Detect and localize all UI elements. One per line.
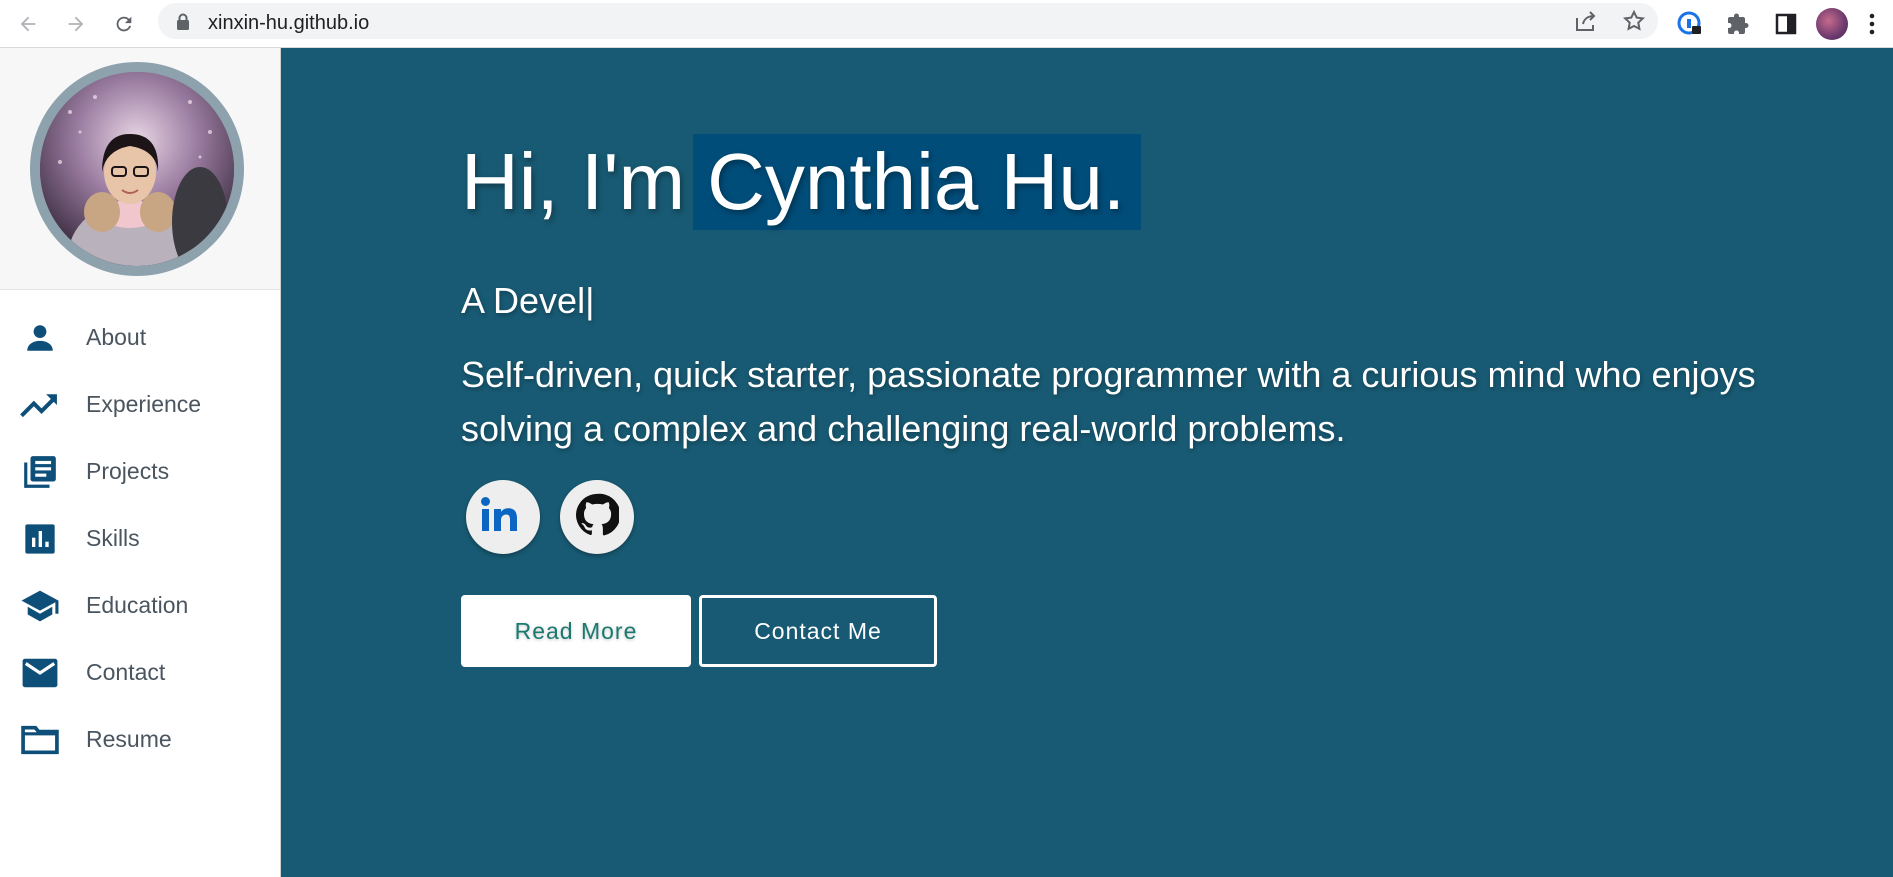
github-link[interactable] <box>560 480 634 554</box>
hero-name: Cynthia Hu. <box>693 134 1142 230</box>
bar-chart-icon <box>20 519 60 559</box>
linkedin-link[interactable] <box>466 480 540 554</box>
browser-toolbar: xinxin-hu.github.io <box>0 0 1893 48</box>
sidebar-item-skills[interactable]: Skills <box>0 505 280 572</box>
extensions-icon[interactable] <box>1722 8 1754 40</box>
mail-icon <box>20 653 60 693</box>
sidebar-item-contact[interactable]: Contact <box>0 639 280 706</box>
sidebar: About Experience Projects Skills Educati… <box>0 48 281 877</box>
library-books-icon <box>20 452 60 492</box>
address-bar[interactable]: xinxin-hu.github.io <box>158 3 1658 39</box>
read-more-button[interactable]: Read More <box>461 595 691 667</box>
star-icon[interactable] <box>1622 9 1646 38</box>
avatar <box>30 62 244 276</box>
more-icon[interactable] <box>1862 8 1882 40</box>
sidebar-item-education[interactable]: Education <box>0 572 280 639</box>
reload-icon[interactable] <box>108 8 140 40</box>
forward-icon[interactable] <box>60 8 92 40</box>
sidebar-item-label: Skills <box>86 525 140 551</box>
linkedin-icon <box>479 495 527 540</box>
person-icon <box>20 318 60 358</box>
sidebar-item-about[interactable]: About <box>0 304 280 371</box>
graduation-cap-icon <box>20 586 60 626</box>
sidebar-item-label: Contact <box>86 659 166 685</box>
lock-icon[interactable] <box>176 13 190 35</box>
url-text[interactable]: xinxin-hu.github.io <box>208 12 369 35</box>
hero-description: Self-driven, quick starter, passionate p… <box>461 354 1756 449</box>
sidebar-item-label: Resume <box>86 726 172 752</box>
contact-me-button[interactable]: Contact Me <box>699 595 937 667</box>
sidebar-item-experience[interactable]: Experience <box>0 371 280 438</box>
trending-up-icon <box>20 385 60 425</box>
profile-header <box>0 48 280 290</box>
sidebar-item-projects[interactable]: Projects <box>0 438 280 505</box>
sidebar-nav: About Experience Projects Skills Educati… <box>0 304 280 773</box>
hero-title: Hi, I'm Cynthia Hu. <box>461 134 1142 230</box>
profile-photo <box>40 72 234 266</box>
sidebar-item-resume[interactable]: Resume <box>0 706 280 773</box>
sidebar-item-label: About <box>86 324 147 350</box>
password-manager-icon[interactable] <box>1674 8 1706 40</box>
side-panel-icon[interactable] <box>1770 8 1802 40</box>
sidebar-item-label: Projects <box>86 458 170 484</box>
back-icon[interactable] <box>12 8 44 40</box>
share-icon[interactable] <box>1574 10 1598 37</box>
hero-greeting: Hi, I'm <box>461 137 686 226</box>
hero-section: Hi, I'm Cynthia Hu. A Devel| Self-driven,… <box>281 48 1893 877</box>
sidebar-item-label: Education <box>86 592 189 618</box>
sidebar-item-label: Experience <box>86 391 202 417</box>
hero-typed-role: A Devel| <box>461 280 595 321</box>
github-icon <box>575 493 621 542</box>
profile-avatar[interactable] <box>1816 8 1848 40</box>
folder-icon <box>20 720 60 760</box>
